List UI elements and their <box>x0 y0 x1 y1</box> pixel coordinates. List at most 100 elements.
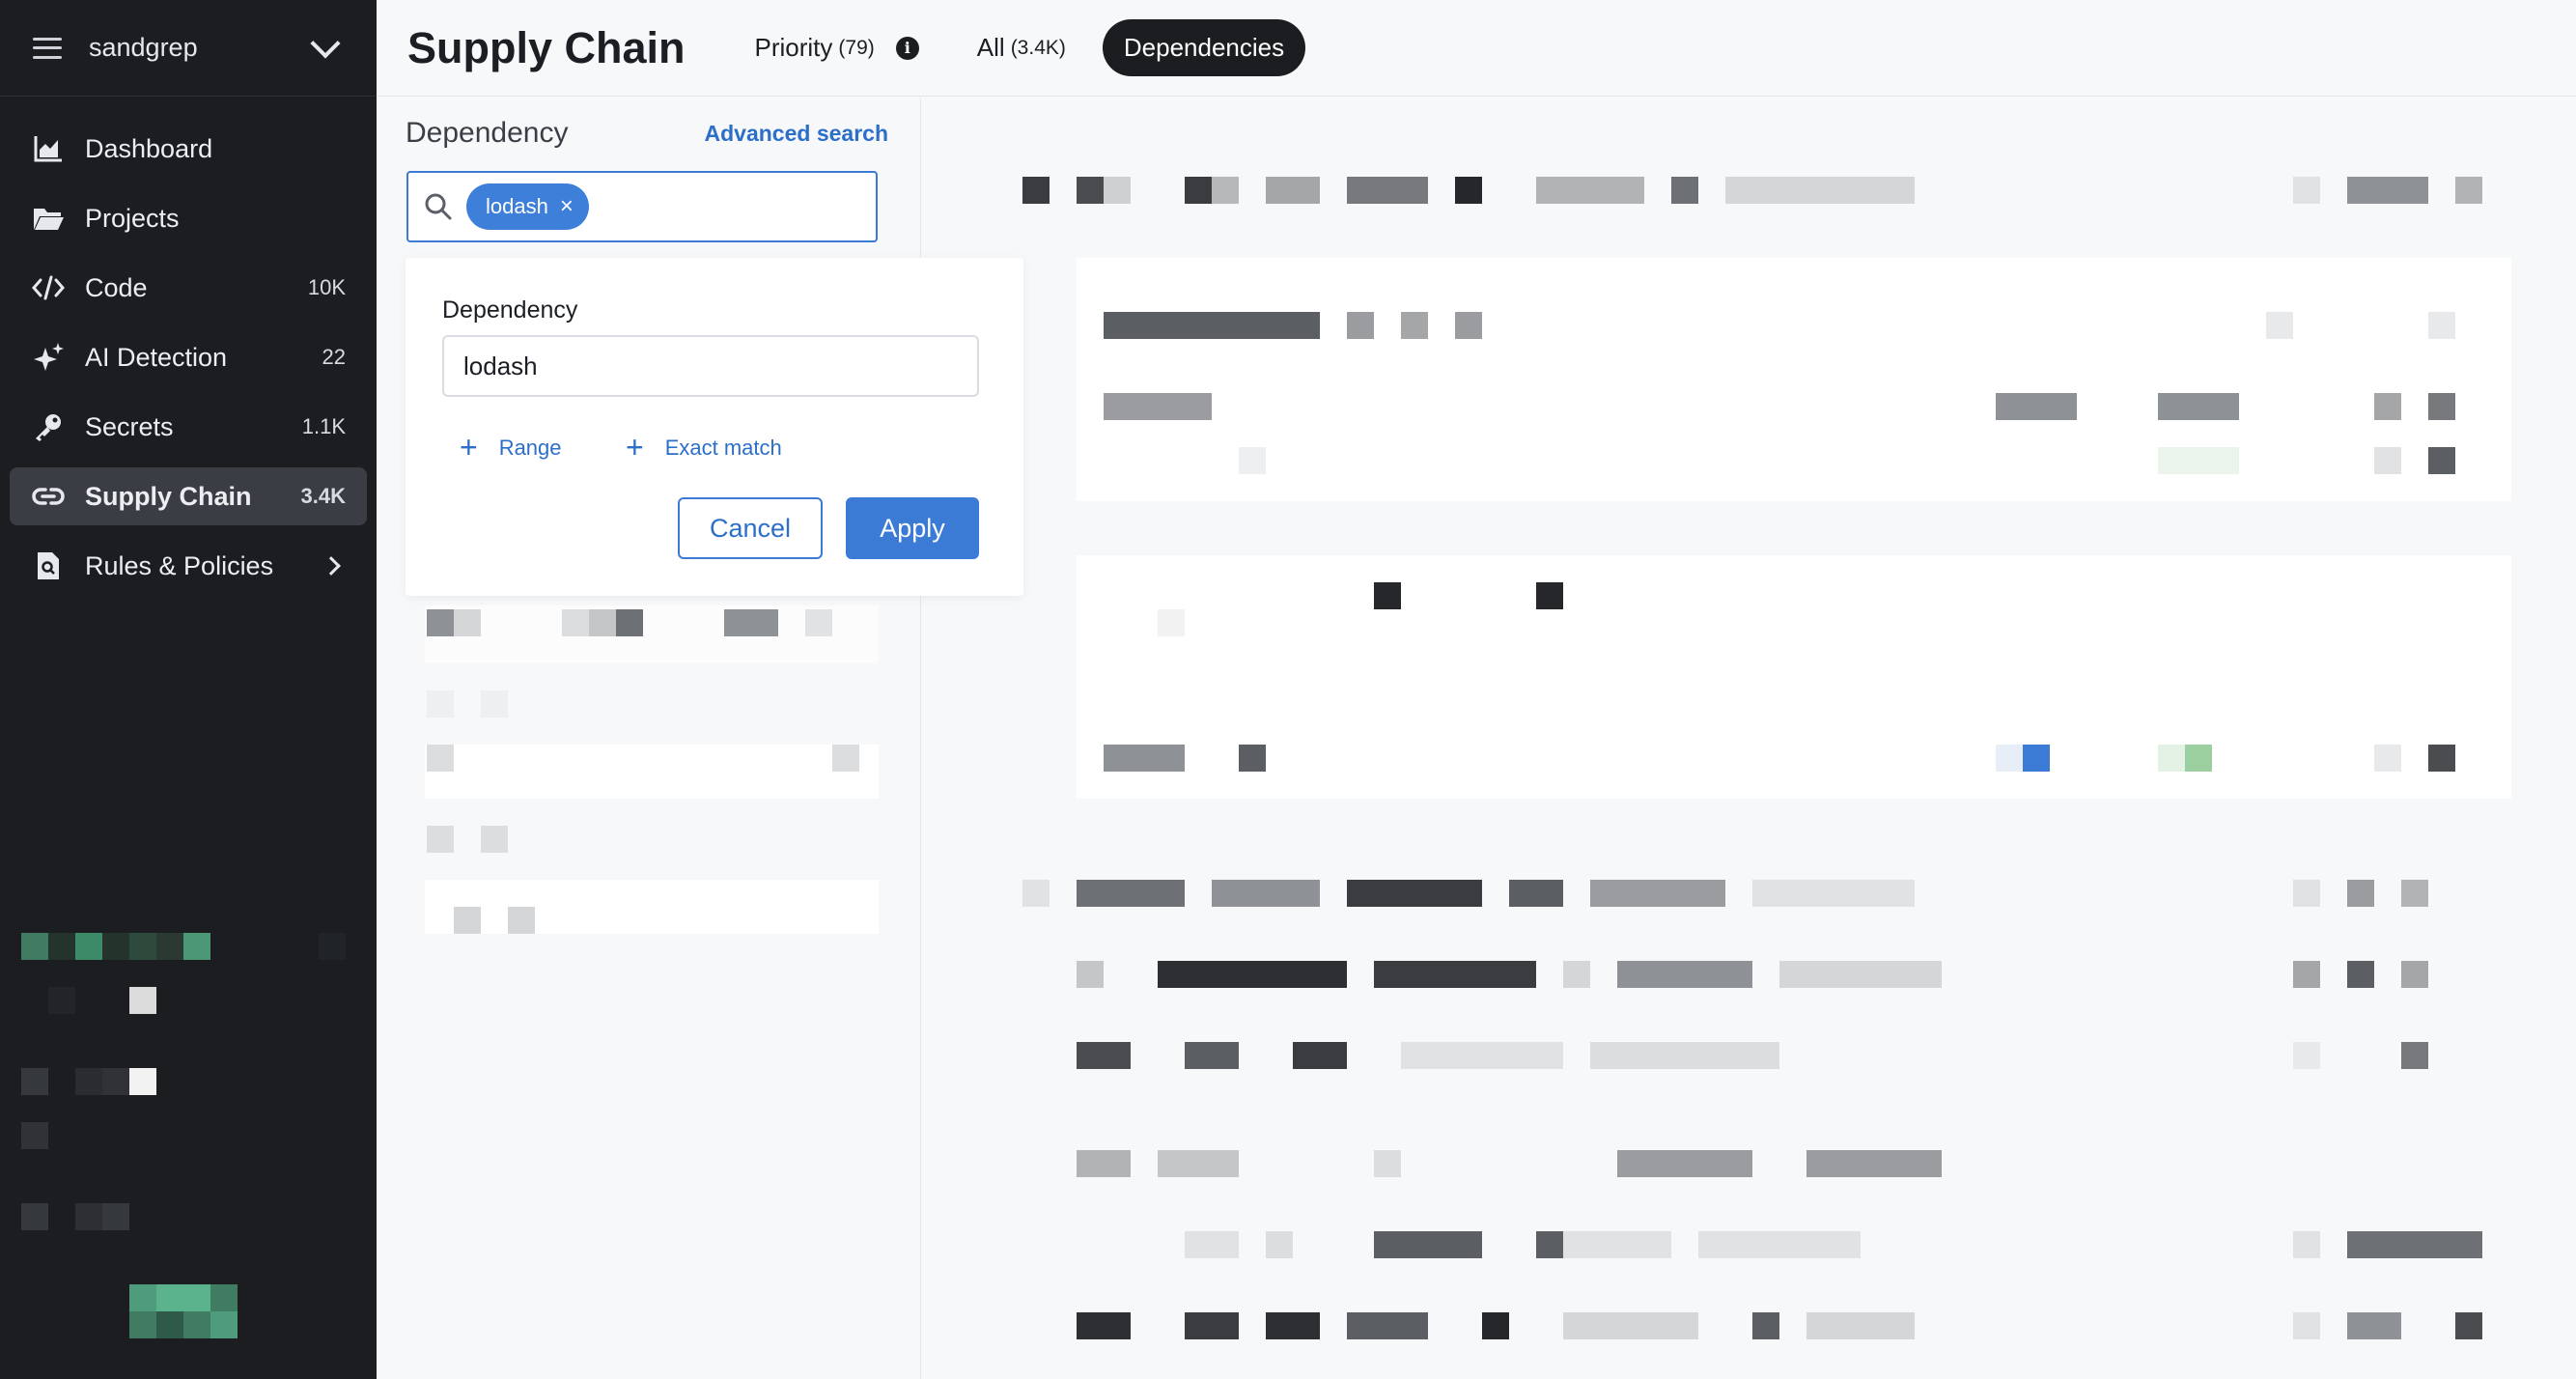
redacted-block <box>427 690 454 718</box>
code-icon <box>31 270 66 305</box>
chevron-down-icon[interactable] <box>310 27 341 59</box>
result-card[interactable] <box>1077 555 2511 799</box>
redacted-block <box>1185 1231 1239 1258</box>
org-name: sandgrep <box>89 33 198 62</box>
chevron-right-icon[interactable] <box>322 556 341 576</box>
redacted-block <box>562 609 589 636</box>
org-switcher[interactable]: sandgrep <box>0 0 377 97</box>
redacted-block <box>1455 312 1482 339</box>
sidebar-item-label: Dashboard <box>85 133 213 163</box>
sidebar-item-ai-detection[interactable]: AI Detection 22 <box>10 328 367 386</box>
search-icon <box>425 193 452 220</box>
redacted-block <box>2293 961 2320 988</box>
redacted-block <box>1212 177 1239 204</box>
redacted-block <box>1022 880 1050 907</box>
tab-priority[interactable]: Priority (79) i <box>734 19 940 76</box>
redacted-block <box>1752 880 1915 907</box>
redacted-block <box>1374 961 1536 988</box>
add-exact-match-button[interactable]: + Exact match <box>626 430 782 465</box>
sidebar-item-dashboard[interactable]: Dashboard <box>10 120 367 178</box>
redacted-block <box>454 609 481 636</box>
redacted-block <box>724 609 778 636</box>
redacted-results <box>922 98 2576 1379</box>
redacted-block <box>1590 1042 1779 1069</box>
redacted-block <box>2401 961 2428 988</box>
redacted-block <box>1104 177 1131 204</box>
dependency-name-field[interactable]: lodash <box>442 335 979 397</box>
cancel-button[interactable]: Cancel <box>678 497 823 559</box>
redacted-block <box>1536 582 1563 609</box>
redacted-block <box>1536 177 1644 204</box>
close-icon[interactable]: × <box>560 193 574 220</box>
redacted-block <box>2374 393 2401 420</box>
redacted-block <box>1401 1042 1563 1069</box>
redacted-block <box>1509 880 1563 907</box>
redacted-sidebar-content <box>19 927 357 1352</box>
sidebar-item-rules-policies[interactable]: Rules & Policies <box>10 537 367 595</box>
add-range-button[interactable]: + Range <box>460 430 562 465</box>
redacted-block <box>2374 447 2401 474</box>
sidebar-item-supply-chain[interactable]: Supply Chain 3.4K <box>10 467 367 525</box>
redacted-block <box>1374 1150 1401 1177</box>
redacted-block <box>2185 745 2212 772</box>
page-title: Supply Chain <box>407 22 686 72</box>
redacted-block <box>1401 312 1428 339</box>
redacted-block <box>1185 177 1212 204</box>
redacted-block <box>1022 177 1050 204</box>
redacted-block <box>1185 1312 1239 1339</box>
redacted-block <box>1158 609 1185 636</box>
redacted-block <box>1266 1312 1320 1339</box>
sidebar-item-label: Secrets <box>85 411 174 441</box>
tab-all[interactable]: All (3.4K) <box>956 19 1087 76</box>
redacted-block <box>1779 961 1942 988</box>
sidebar-nav: Dashboard Projects Code 10K AI Detection… <box>0 97 377 595</box>
tab-count: (3.4K) <box>1010 36 1066 59</box>
menu-icon[interactable] <box>33 37 62 59</box>
sidebar-item-secrets[interactable]: Secrets 1.1K <box>10 398 367 456</box>
sidebar-item-code[interactable]: Code 10K <box>10 259 367 317</box>
sidebar-item-label: Code <box>85 272 148 302</box>
link-icon <box>31 479 66 514</box>
redacted-block <box>2428 447 2455 474</box>
redacted-block <box>616 609 643 636</box>
redacted-block <box>1239 447 1266 474</box>
redacted-block <box>1563 1312 1698 1339</box>
chip-label: lodash <box>486 194 548 218</box>
sidebar-item-projects[interactable]: Projects <box>10 189 367 247</box>
redacted-block <box>508 907 535 934</box>
redacted-block <box>481 826 508 853</box>
sidebar-item-count: 22 <box>322 345 346 369</box>
list-item[interactable] <box>425 745 879 799</box>
redacted-block <box>2158 393 2239 420</box>
list-item[interactable] <box>425 880 879 934</box>
redacted-block <box>1077 961 1104 988</box>
tab-label: Priority <box>754 33 833 62</box>
redacted-block <box>1077 880 1185 907</box>
redacted-block <box>427 745 454 772</box>
redacted-block <box>1077 177 1104 204</box>
redacted-block <box>1752 1312 1779 1339</box>
dependency-search-input[interactable]: lodash × <box>406 171 878 242</box>
tab-label: Dependencies <box>1123 33 1285 62</box>
redacted-block <box>1590 880 1725 907</box>
redacted-block <box>2428 745 2455 772</box>
redacted-block <box>2293 880 2320 907</box>
redacted-block <box>1077 1042 1131 1069</box>
policy-doc-icon <box>31 549 66 583</box>
advanced-search-link[interactable]: Advanced search <box>705 121 888 147</box>
redacted-block <box>1374 582 1401 609</box>
redacted-block <box>2266 312 2293 339</box>
tab-dependencies[interactable]: Dependencies <box>1102 19 1306 76</box>
popover-label: Dependency <box>442 296 578 324</box>
redacted-block <box>1077 1150 1131 1177</box>
redacted-block <box>1482 1312 1509 1339</box>
redacted-block <box>2293 177 2320 204</box>
filter-chip[interactable]: lodash × <box>466 183 589 230</box>
redacted-block <box>1185 1042 1239 1069</box>
redacted-block <box>589 609 616 636</box>
folder-icon <box>31 201 66 236</box>
redacted-block <box>1158 1150 1239 1177</box>
info-icon[interactable]: i <box>895 36 919 60</box>
result-card[interactable] <box>1077 258 2511 501</box>
redacted-block <box>2347 961 2374 988</box>
